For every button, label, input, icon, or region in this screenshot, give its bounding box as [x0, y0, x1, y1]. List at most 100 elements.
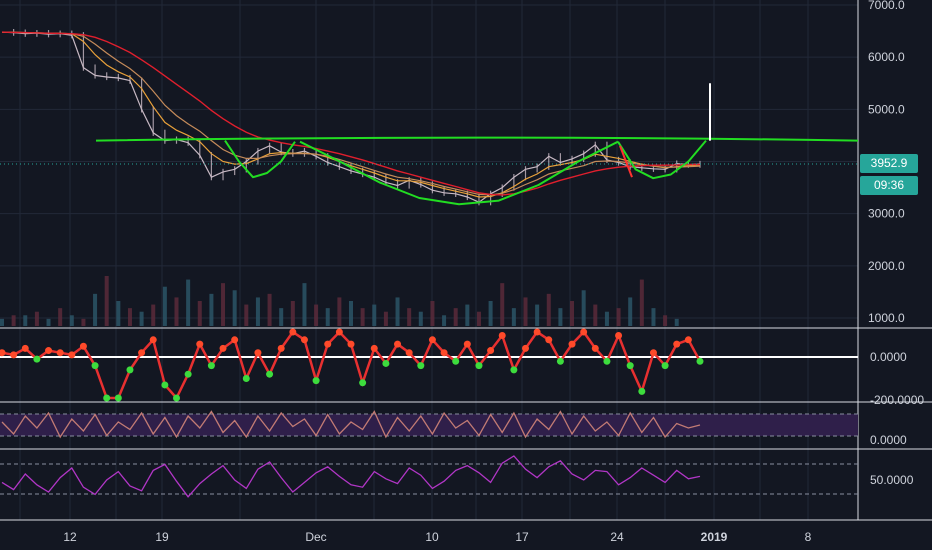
oscillator-1-point [487, 347, 495, 355]
date-tick-label: 8 [805, 530, 812, 544]
oscillator-1-point [440, 349, 448, 357]
oscillator-1-point [21, 344, 29, 352]
price-tick-label: 3000.0 [868, 207, 905, 221]
volume-bar [93, 293, 98, 326]
oscillator-1-point [545, 336, 553, 344]
oscillator-1-point [33, 355, 41, 363]
volume-bar [0, 318, 4, 326]
volume-bar [69, 315, 74, 326]
last-price-badge: 3952.9 [860, 153, 918, 173]
volume-bar [290, 301, 295, 326]
date-tick-label: 17 [515, 530, 529, 544]
oscillator-1-point [463, 340, 471, 348]
oscillator-1-point [510, 366, 518, 374]
volume-bar [407, 308, 412, 326]
oscillator-1-tick-label: -200.0000 [870, 393, 924, 407]
volume-bar [139, 311, 144, 326]
volume-bar [81, 318, 86, 326]
price-tick-label: 2000.0 [868, 259, 905, 273]
volume-bar [11, 315, 16, 326]
oscillator-1-point [0, 349, 6, 357]
volume-bar [663, 315, 668, 326]
volume-bar [221, 283, 226, 326]
oscillator-1-point [556, 357, 564, 365]
oscillator-1-point [498, 332, 506, 339]
date-tick-label: 12 [63, 530, 77, 544]
oscillator-1-point [103, 394, 111, 402]
volume-bar [488, 301, 493, 326]
volume-bar [186, 279, 191, 326]
volume-bar [58, 308, 63, 326]
volume-bar [337, 297, 342, 326]
volume-bar [302, 283, 307, 326]
oscillator-1-point [533, 328, 541, 336]
oscillator-1-point [277, 344, 285, 352]
candle-countdown-badge: 09:36 [860, 175, 918, 195]
date-tick-label: 24 [610, 530, 624, 544]
volume-bar [535, 304, 540, 326]
volume-bar [151, 304, 156, 326]
oscillator-1-point [568, 340, 576, 348]
date-tick-label: 2019 [701, 530, 728, 544]
volume-bar [197, 301, 202, 326]
oscillator-1-point [522, 344, 529, 352]
volume-bar [104, 276, 109, 326]
date-tick-label: 19 [155, 530, 169, 544]
oscillator-2-band [0, 414, 858, 436]
oscillator-1-point [266, 370, 274, 378]
chart-canvas[interactable]: 7000.06000.05000.04000.03000.02000.01000… [0, 0, 932, 550]
oscillator-1-point [673, 340, 681, 348]
volume-bar [325, 308, 330, 326]
oscillator-1-point [138, 349, 146, 357]
volume-bar [465, 304, 470, 326]
volume-bar [418, 311, 423, 326]
volume-bar [604, 311, 609, 326]
grid [0, 0, 932, 521]
volume-bar [232, 290, 237, 326]
oscillator-3-line [1, 455, 701, 498]
volume-bar [651, 308, 656, 326]
volume-bar [395, 297, 400, 326]
oscillator-1-tick-label: 0.0000 [870, 350, 907, 364]
oscillator-1-point [370, 344, 378, 352]
date-tick-label: Dec [305, 530, 326, 544]
oscillator-1-point [428, 336, 436, 344]
oscillator-1-point [312, 377, 320, 385]
volume-bar [209, 293, 214, 326]
oscillator-1-point [91, 362, 99, 370]
volume-bar [570, 301, 575, 326]
volume-bar [116, 301, 121, 326]
oscillator-1-point [219, 344, 227, 352]
volume-bar [383, 311, 388, 326]
volume-bar [581, 290, 586, 326]
volume-bar [46, 318, 51, 326]
oscillator-1-point [696, 357, 704, 365]
oscillator-1-point [452, 357, 460, 365]
oscillator-1-point [405, 349, 413, 357]
price-tick-label: 1000.0 [868, 311, 905, 325]
oscillator-1-point [242, 375, 250, 382]
volume-bar [593, 304, 598, 326]
volume-bar [127, 308, 132, 326]
oscillator-1-point [347, 340, 355, 348]
volume-bar [430, 301, 435, 326]
volume-bar [174, 297, 179, 326]
oscillator-1-point [173, 394, 180, 402]
oscillator-1-point [324, 340, 332, 348]
volume-bar [558, 308, 563, 326]
volume-bar [244, 304, 249, 326]
volume-bar [639, 279, 644, 326]
volume-bar [360, 308, 365, 326]
volume-bar [372, 304, 377, 326]
pattern-cup-curve [224, 140, 296, 179]
oscillator-1-point [231, 336, 239, 344]
oscillator-1-point [56, 349, 64, 357]
volume-bar [34, 311, 39, 326]
volume-bar [162, 286, 167, 326]
oscillator-3-tick-label: 50.0000 [870, 473, 914, 487]
oscillator-1-point [300, 336, 308, 344]
oscillator-1-point [184, 370, 192, 378]
oscillator-1-point [45, 347, 53, 355]
oscillator-1-point [161, 381, 169, 389]
oscillator-1-point [79, 342, 87, 350]
